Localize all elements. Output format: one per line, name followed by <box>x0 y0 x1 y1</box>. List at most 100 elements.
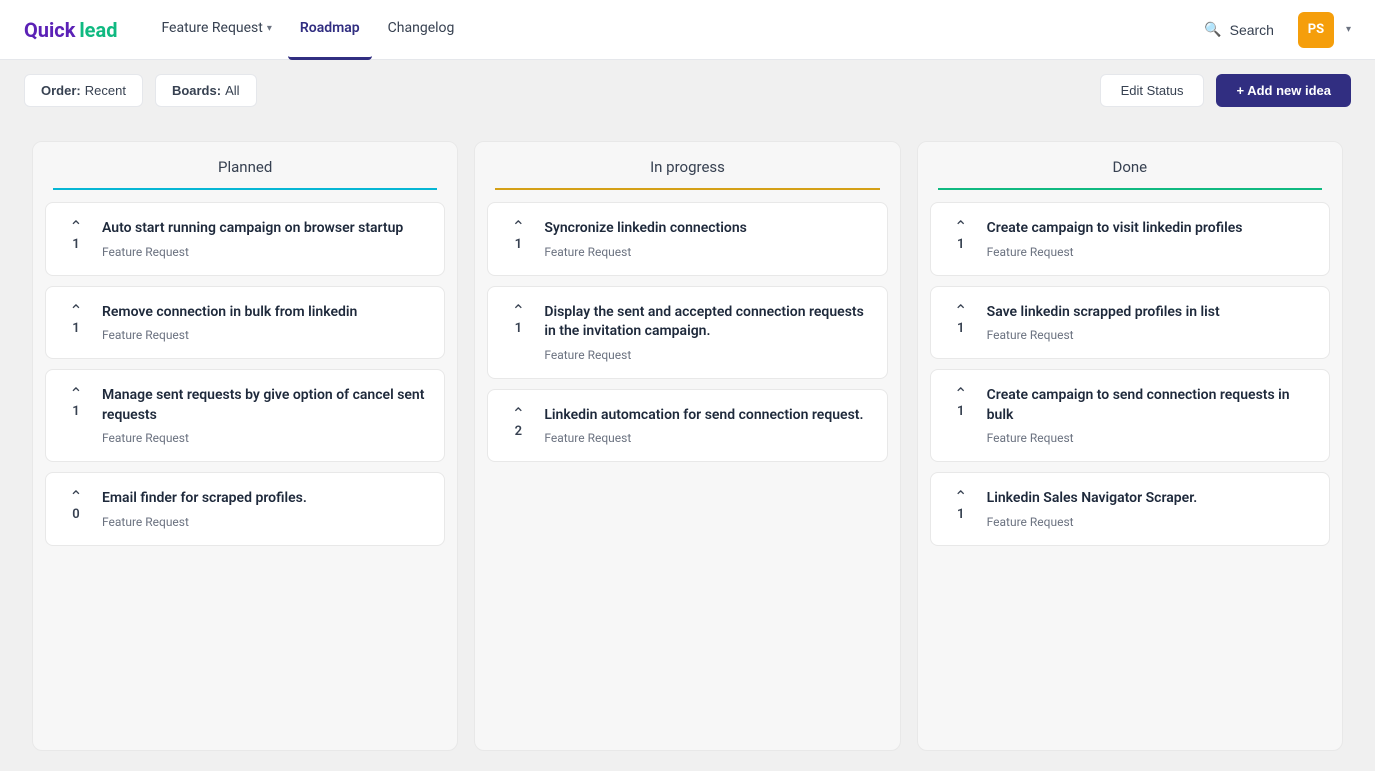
column-inprogress: In progress⌃1Syncronize linkedin connect… <box>474 141 900 751</box>
chevron-down-icon: ▾ <box>267 23 272 34</box>
nav-right: 🔍 Search PS ▾ <box>1192 12 1351 48</box>
logo-lead: lead <box>79 18 117 42</box>
upvote-arrow-icon: ⌃ <box>954 303 967 319</box>
column-title-done: Done <box>938 158 1322 190</box>
column-header-planned: Planned <box>33 142 457 190</box>
card-i1[interactable]: ⌃1 Syncronize linkedin connections Feature… <box>487 202 887 276</box>
card-title-d2: Save linkedin scrapped profiles in list <box>987 303 1313 323</box>
vote-count-p3: 1 <box>72 404 79 419</box>
column-body-planned: ⌃1Auto start running campaign on browser… <box>33 190 457 558</box>
nav-item-roadmap-label: Roadmap <box>300 20 360 36</box>
card-content-p1: Auto start running campaign on browser s… <box>102 219 428 259</box>
card-title-p1: Auto start running campaign on browser s… <box>102 219 428 239</box>
upvote-arrow-icon: ⌃ <box>69 303 82 319</box>
vote-button-i2[interactable]: ⌃1 <box>504 303 532 336</box>
column-planned: Planned⌃1Auto start running campaign on … <box>32 141 458 751</box>
edit-status-button[interactable]: Edit Status <box>1100 74 1205 107</box>
nav-links: Feature Request ▾ Roadmap Changelog <box>149 0 1160 60</box>
vote-button-i3[interactable]: ⌃2 <box>504 406 532 439</box>
card-tag-p2: Feature Request <box>102 328 428 342</box>
vote-button-d3[interactable]: ⌃1 <box>947 386 975 419</box>
card-i3[interactable]: ⌃2Linkedin automcation for send connecti… <box>487 389 887 463</box>
card-i2[interactable]: ⌃1 Display the sent and accepted connecti… <box>487 286 887 379</box>
vote-count-i2: 1 <box>515 321 522 336</box>
search-label: Search <box>1230 22 1274 38</box>
card-content-p4: Email finder for scraped profiles.Featur… <box>102 489 428 529</box>
upvote-arrow-icon: ⌃ <box>954 219 967 235</box>
card-d1[interactable]: ⌃1Create campaign to visit linkedin prof… <box>930 202 1330 276</box>
card-title-p2: Remove connection in bulk from linkedin <box>102 303 428 323</box>
vote-button-d4[interactable]: ⌃1 <box>947 489 975 522</box>
upvote-arrow-icon: ⌃ <box>954 489 967 505</box>
card-content-d1: Create campaign to visit linkedin profil… <box>987 219 1313 259</box>
card-title-i2: Display the sent and accepted connection… <box>544 303 870 342</box>
add-idea-button[interactable]: + Add new idea <box>1216 74 1351 107</box>
vote-count-p4: 0 <box>72 507 79 522</box>
card-p3[interactable]: ⌃1Manage sent requests by give option of… <box>45 369 445 462</box>
upvote-arrow-icon: ⌃ <box>69 219 82 235</box>
card-title-d3: Create campaign to send connection reque… <box>987 386 1313 425</box>
card-content-d2: Save linkedin scrapped profiles in list F… <box>987 303 1313 343</box>
vote-button-i1[interactable]: ⌃1 <box>504 219 532 252</box>
card-content-i1: Syncronize linkedin connections Feature R… <box>544 219 870 259</box>
nav-item-feature-request[interactable]: Feature Request ▾ <box>149 0 283 60</box>
nav-item-changelog-label: Changelog <box>388 20 455 36</box>
toolbar-right: Edit Status + Add new idea <box>1100 74 1351 107</box>
boards-label: Boards: <box>172 83 221 98</box>
card-tag-d2: Feature Request <box>987 328 1313 342</box>
card-p1[interactable]: ⌃1 Auto start running campaign on browser… <box>45 202 445 276</box>
card-tag-d4: Feature Request <box>987 515 1313 529</box>
card-p2[interactable]: ⌃1Remove connection in bulk from linkedi… <box>45 286 445 360</box>
avatar-chevron-icon[interactable]: ▾ <box>1346 24 1351 35</box>
card-d4[interactable]: ⌃1Linkedin Sales Navigator Scraper.Featu… <box>930 472 1330 546</box>
card-d3[interactable]: ⌃1 Create campaign to send connection req… <box>930 369 1330 462</box>
card-content-i2: Display the sent and accepted connection… <box>544 303 870 362</box>
card-title-d4: Linkedin Sales Navigator Scraper. <box>987 489 1313 509</box>
vote-count-d4: 1 <box>957 507 964 522</box>
card-content-i3: Linkedin automcation for send connection… <box>544 406 870 446</box>
search-icon: 🔍 <box>1204 21 1221 38</box>
upvote-arrow-icon: ⌃ <box>954 386 967 402</box>
card-title-i3: Linkedin automcation for send connection… <box>544 406 870 426</box>
card-tag-i2: Feature Request <box>544 348 870 362</box>
card-tag-d1: Feature Request <box>987 245 1313 259</box>
upvote-arrow-icon: ⌃ <box>69 386 82 402</box>
column-title-planned: Planned <box>53 158 437 190</box>
card-p4[interactable]: ⌃0 Email finder for scraped profiles.Feat… <box>45 472 445 546</box>
card-tag-i3: Feature Request <box>544 431 870 445</box>
card-d2[interactable]: ⌃1Save linkedin scrapped profiles in lis… <box>930 286 1330 360</box>
card-title-i1: Syncronize linkedin connections <box>544 219 870 239</box>
card-title-p3: Manage sent requests by give option of c… <box>102 386 428 425</box>
vote-count-p2: 1 <box>72 321 79 336</box>
vote-count-i1: 1 <box>515 237 522 252</box>
avatar[interactable]: PS <box>1298 12 1334 48</box>
nav-item-changelog[interactable]: Changelog <box>376 0 467 60</box>
vote-button-d1[interactable]: ⌃1 <box>947 219 975 252</box>
boards-value: All <box>225 83 239 98</box>
card-content-d3: Create campaign to send connection reque… <box>987 386 1313 445</box>
search-button[interactable]: 🔍 Search <box>1192 13 1286 46</box>
upvote-arrow-icon: ⌃ <box>512 406 525 422</box>
vote-button-p3[interactable]: ⌃1 <box>62 386 90 419</box>
board: Planned⌃1Auto start running campaign on … <box>0 121 1375 771</box>
vote-button-p1[interactable]: ⌃1 <box>62 219 90 252</box>
column-done: Done⌃1Create campaign to visit linkedin … <box>917 141 1343 751</box>
vote-button-p2[interactable]: ⌃1 <box>62 303 90 336</box>
order-button[interactable]: Order: Recent <box>24 74 143 107</box>
vote-button-p4[interactable]: ⌃0 <box>62 489 90 522</box>
vote-count-i3: 2 <box>515 424 522 439</box>
card-content-p3: Manage sent requests by give option of c… <box>102 386 428 445</box>
card-tag-i1: Feature Request <box>544 245 870 259</box>
order-value: Recent <box>85 83 126 98</box>
vote-button-d2[interactable]: ⌃1 <box>947 303 975 336</box>
nav-item-roadmap[interactable]: Roadmap <box>288 0 372 60</box>
logo-quick: Quick <box>24 18 75 42</box>
navbar: Quicklead Feature Request ▾ Roadmap Chan… <box>0 0 1375 60</box>
column-header-inprogress: In progress <box>475 142 899 190</box>
vote-count-d1: 1 <box>957 237 964 252</box>
boards-button[interactable]: Boards: All <box>155 74 257 107</box>
logo[interactable]: Quicklead <box>24 18 117 42</box>
card-tag-p1: Feature Request <box>102 245 428 259</box>
vote-count-d2: 1 <box>957 321 964 336</box>
card-title-d1: Create campaign to visit linkedin profil… <box>987 219 1313 239</box>
